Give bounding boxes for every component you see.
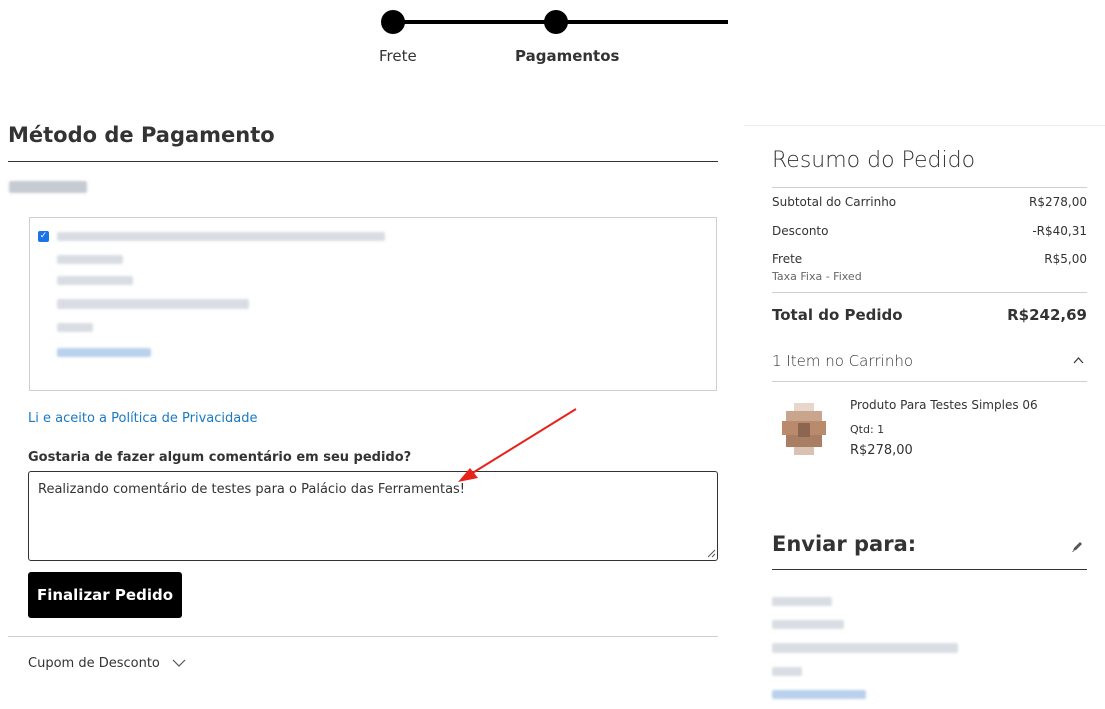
ship-to-title: Enviar para: [772, 532, 917, 556]
billing-line-redacted [57, 323, 93, 332]
ship-to-divider [772, 569, 1087, 570]
progress-step-dot-shipping [381, 10, 405, 34]
chevron-down-icon [172, 659, 186, 667]
ship-to-line-redacted [772, 667, 802, 676]
order-total-label: Total do Pedido [772, 306, 903, 324]
product-price: R$278,00 [850, 443, 913, 458]
coupon-label: Cupom de Desconto [28, 656, 160, 671]
billing-line-redacted [57, 299, 249, 309]
payment-method-title: Método de Pagamento [8, 123, 275, 147]
summary-divider [772, 187, 1087, 188]
progress-step-payment: Pagamentos [515, 47, 620, 65]
ship-to-line-redacted [772, 643, 958, 653]
payment-method-name-redacted [9, 181, 87, 193]
place-order-button[interactable]: Finalizar Pedido [28, 572, 182, 618]
coupon-divider [8, 636, 718, 637]
annotation-arrow-icon [458, 408, 577, 482]
billing-same-checkbox[interactable]: ✓ [38, 231, 49, 242]
shipping-label: Frete [772, 252, 803, 266]
shipping-method: Taxa Fixa - Fixed [772, 270, 862, 283]
ship-to-line-redacted [772, 620, 844, 629]
total-divider [772, 292, 1087, 293]
coupon-toggle[interactable]: Cupom de Desconto [28, 656, 186, 671]
order-total-value: R$242,69 [1007, 306, 1087, 324]
privacy-policy-link[interactable]: Li e aceito a Política de Privacidade [28, 411, 257, 426]
order-comment-textarea[interactable]: Realizando comentário de testes para o P… [28, 471, 718, 561]
subtotal-value: R$278,00 [1029, 195, 1087, 209]
product-thumbnail[interactable] [780, 403, 828, 455]
product-name: Produto Para Testes Simples 06 [850, 398, 1038, 412]
checkmark-icon: ✓ [39, 231, 48, 241]
title-divider [8, 161, 718, 162]
cart-items-toggle[interactable]: 1 Item no Carrinho [772, 352, 913, 370]
shipping-value: R$5,00 [1044, 252, 1087, 266]
product-qty: Qtd: 1 [850, 423, 885, 436]
ship-to-phone-redacted[interactable] [772, 690, 866, 699]
billing-checkbox-label-redacted [57, 232, 385, 241]
billing-phone-redacted[interactable] [57, 348, 151, 357]
order-summary-title: Resumo do Pedido [772, 148, 976, 173]
comment-label: Gostaria de fazer algum comentário em se… [28, 450, 412, 465]
billing-line-redacted [57, 276, 133, 285]
cart-divider [772, 381, 1087, 382]
subtotal-label: Subtotal do Carrinho [772, 195, 897, 209]
ship-to-line-redacted [772, 597, 832, 606]
chevron-up-icon[interactable] [1073, 356, 1084, 364]
discount-label: Desconto [772, 224, 829, 238]
resize-grip-icon[interactable] [707, 549, 716, 558]
progress-step-dot-payment [544, 10, 568, 34]
billing-line-redacted [57, 255, 123, 264]
discount-value: -R$40,31 [1032, 224, 1087, 238]
pencil-icon[interactable] [1071, 540, 1084, 553]
progress-step-shipping[interactable]: Frete [379, 47, 417, 65]
